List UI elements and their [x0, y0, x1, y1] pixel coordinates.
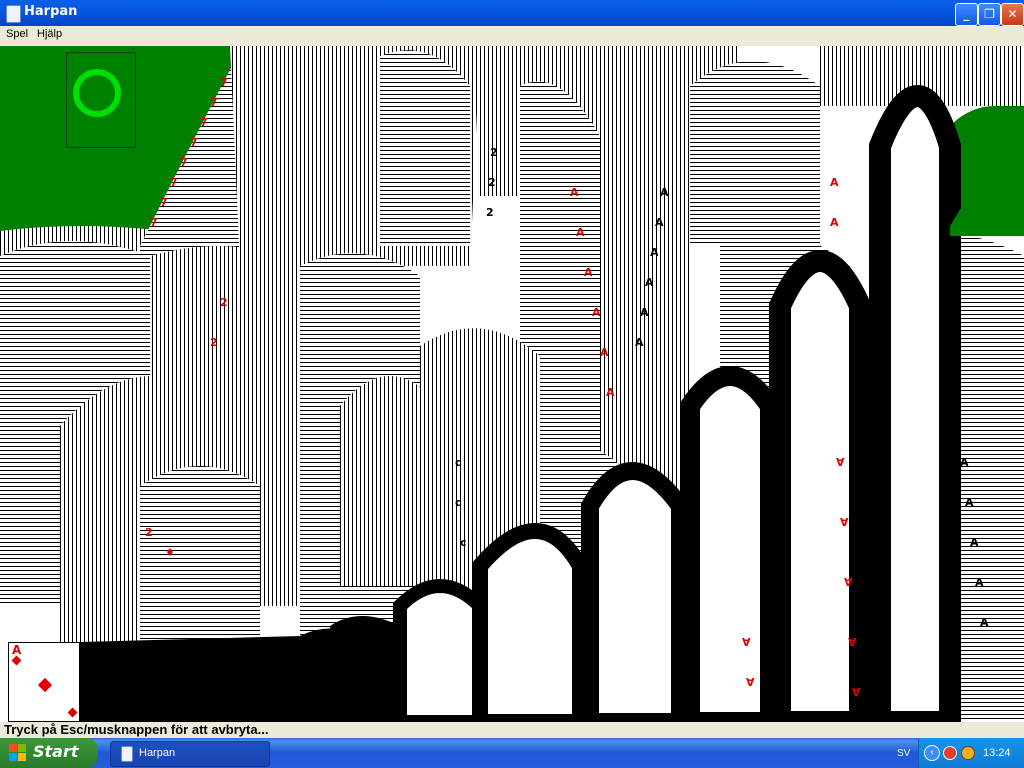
svg-text:2: 2: [145, 526, 153, 539]
svg-text:∀: ∀: [746, 676, 755, 689]
system-tray: ‹ 13:24: [918, 738, 1024, 768]
svg-text:7: 7: [150, 216, 158, 229]
menu-bar: Spel Hjälp: [0, 26, 1024, 46]
minimize-button[interactable]: _: [955, 3, 978, 26]
svg-text:∀: ∀: [844, 576, 853, 589]
menu-hjalp[interactable]: Hjälp: [37, 28, 62, 40]
svg-text:c: c: [455, 456, 462, 469]
svg-text:A: A: [635, 336, 644, 349]
svg-text:2: 2: [486, 206, 494, 219]
network-icon[interactable]: [961, 746, 975, 760]
svg-text:∀: ∀: [742, 636, 751, 649]
svg-text:A: A: [975, 576, 984, 589]
svg-text:7: 7: [220, 76, 228, 89]
svg-text:A: A: [965, 496, 974, 509]
status-message: Tryck på Esc/musknappen för att avbryta.…: [4, 722, 269, 737]
svg-text:∀: ∀: [848, 636, 857, 649]
svg-text:A: A: [980, 616, 989, 629]
menu-spel[interactable]: Spel: [6, 28, 28, 40]
title-bar[interactable]: Harpan _ ❐ ✕: [0, 0, 1024, 27]
ace-of-diamonds-card: A: [8, 642, 80, 722]
svg-text:♦: ♦: [165, 546, 175, 559]
svg-text:2: 2: [490, 146, 498, 159]
svg-text:7: 7: [170, 176, 178, 189]
svg-text:A: A: [606, 386, 615, 399]
start-label: Start: [33, 742, 79, 761]
svg-text:A: A: [960, 456, 969, 469]
back-arrow-icon[interactable]: ‹: [924, 745, 940, 761]
taskbar-item-label: Harpan: [139, 747, 176, 759]
windows-logo-icon: [9, 744, 27, 762]
svg-text:A: A: [600, 346, 609, 359]
svg-text:A: A: [645, 276, 654, 289]
card-trails: 777 777 77 AAA AAA AA ∀∀∀ ∀∀ ∀∀ 2♦ 22 22…: [0, 46, 1024, 722]
svg-text:c: c: [455, 496, 462, 509]
close-button[interactable]: ✕: [1001, 3, 1024, 26]
svg-text:c: c: [460, 536, 467, 549]
taskbar: Start Harpan SV ‹ 13:24: [0, 738, 1024, 768]
svg-text:A: A: [660, 186, 669, 199]
svg-text:A: A: [830, 176, 839, 189]
svg-text:A: A: [830, 216, 839, 229]
window-title: Harpan: [24, 4, 78, 19]
svg-text:A: A: [584, 266, 593, 279]
svg-text:2: 2: [210, 336, 218, 349]
diamond-center-icon: [37, 677, 53, 693]
svg-text:7: 7: [200, 116, 208, 129]
svg-text:∀: ∀: [840, 516, 849, 529]
svg-text:7: 7: [160, 196, 168, 209]
svg-text:A: A: [576, 226, 585, 239]
diamond-icon: [11, 655, 22, 666]
language-indicator[interactable]: SV: [897, 748, 910, 759]
svg-text:A: A: [655, 216, 664, 229]
svg-text:A: A: [650, 246, 659, 259]
game-area[interactable]: 777 777 77 AAA AAA AA ∀ ∀ ∀ ∀ ∀ ∀ ∀ 2 ♦ 22 22…: [0, 46, 1024, 722]
svg-text:A: A: [970, 536, 979, 549]
maximize-button[interactable]: ❐: [978, 3, 1001, 26]
svg-text:2: 2: [488, 176, 496, 189]
svg-text:A: A: [570, 186, 579, 199]
start-button[interactable]: Start: [0, 738, 98, 768]
app-icon: [121, 746, 133, 762]
svg-text:7: 7: [210, 96, 218, 109]
taskbar-item-harpan[interactable]: Harpan: [110, 741, 270, 767]
svg-text:7: 7: [180, 156, 188, 169]
svg-text:A: A: [592, 306, 601, 319]
diamond-corner-icon: [67, 707, 78, 718]
status-bar: Tryck på Esc/musknappen för att avbryta.…: [0, 722, 1024, 738]
svg-text:7: 7: [190, 136, 198, 149]
svg-text:∀: ∀: [852, 686, 861, 699]
svg-text:∀: ∀: [836, 456, 845, 469]
app-icon: [6, 5, 21, 23]
svg-text:2: 2: [220, 296, 228, 309]
svg-text:A: A: [640, 306, 649, 319]
security-icon[interactable]: [943, 746, 957, 760]
clock: 13:24: [983, 747, 1011, 759]
